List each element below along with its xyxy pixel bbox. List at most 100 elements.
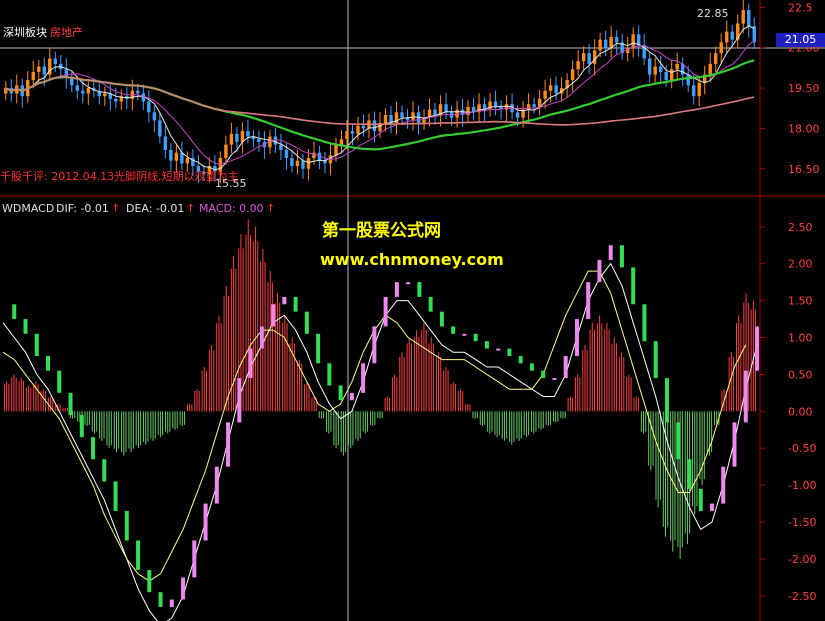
macd-tick-label: -2.50 [788, 590, 816, 603]
signal-block [203, 503, 208, 541]
signal-block [214, 466, 219, 504]
candle-body [345, 131, 349, 140]
signal-block [349, 392, 354, 401]
stock-chart-window: 22.5 21.00 19.50 18.00 16.50 2.50 2.00 1.50 1.00… [0, 0, 825, 621]
candle-body [554, 85, 558, 94]
signal-block [169, 599, 174, 607]
macd-arrow-icon: ↑ [266, 202, 276, 215]
signal-block [271, 304, 276, 327]
signal-block [687, 459, 692, 489]
candle-body [169, 149, 173, 161]
candle-body [647, 58, 652, 75]
signal-block [304, 311, 309, 334]
candle-body [444, 104, 448, 113]
signal-block [732, 422, 737, 467]
candle-body [147, 101, 151, 113]
signal-block [23, 319, 28, 334]
signal-block [417, 282, 422, 297]
signal-block [484, 341, 489, 349]
dif-arrow-icon: ↑ [111, 202, 121, 215]
candle-body [653, 66, 657, 75]
candle-body [697, 82, 701, 97]
candle-body [587, 53, 591, 64]
signal-block [586, 282, 591, 320]
candle-body [747, 10, 751, 27]
candle-body [598, 39, 602, 51]
signal-block [574, 319, 579, 356]
candle-body [334, 144, 338, 156]
candle-body [361, 125, 366, 129]
watermark-url: www.chnmoney.com [320, 250, 504, 269]
signal-block [631, 267, 636, 305]
candle-body [31, 71, 35, 81]
candle-body [152, 112, 157, 121]
signal-block [473, 333, 478, 342]
comment-label: 千股千评: 2012.04.13光脚阴线,短期以观望为主 [0, 170, 239, 183]
signal-block [79, 415, 84, 438]
signal-block [226, 422, 231, 467]
signal-block [597, 259, 602, 283]
candle-body [301, 160, 305, 169]
dea-value: DEA: -0.01 [126, 202, 185, 215]
candle-body [669, 69, 674, 81]
macd-tick-label: -1.50 [788, 516, 816, 529]
price-tick-label: 19.50 [788, 82, 820, 95]
signal-block [338, 385, 343, 401]
candle-body [515, 112, 520, 118]
signal-block [428, 296, 433, 312]
candle-body [75, 85, 80, 91]
signal-block [709, 503, 714, 511]
candle-body [686, 74, 690, 86]
signal-block [113, 481, 118, 511]
signal-block [147, 570, 152, 593]
signal-block [507, 348, 512, 356]
signal-block [698, 488, 703, 511]
signal-block [327, 363, 332, 386]
candle-body [636, 34, 641, 46]
signal-block [755, 326, 759, 371]
ma-10-line [5, 40, 755, 165]
candle-body [730, 31, 734, 40]
candle-body [136, 90, 140, 94]
signal-block [158, 592, 163, 607]
macd-tick-label: -1.00 [788, 479, 816, 492]
candle-body [592, 50, 597, 64]
candle-body [37, 66, 41, 72]
price-tick-label: 22.5 [788, 1, 813, 14]
signal-block [541, 370, 546, 379]
candle-body [581, 53, 586, 62]
macd-tick-label: -0.50 [788, 442, 816, 455]
candle-body [295, 160, 300, 167]
candle-body [279, 144, 283, 150]
signal-block [619, 245, 624, 268]
signal-block [259, 326, 264, 349]
candle-body [312, 152, 316, 159]
candle-body [411, 112, 415, 121]
candle-body [526, 104, 531, 110]
signal-block [552, 378, 557, 381]
macd-tick-label: 0.50 [788, 368, 813, 381]
signal-block [529, 363, 534, 371]
signal-block [91, 437, 96, 460]
signal-block [192, 540, 197, 578]
candle-body [284, 149, 289, 159]
candle-body [372, 120, 377, 132]
candle-body [42, 66, 46, 75]
candle-body [741, 10, 745, 24]
signal-block [237, 378, 242, 423]
candle-body [400, 112, 404, 118]
candle-body [306, 158, 311, 169]
candle-body [350, 131, 355, 134]
macd-tick-label: 2.00 [788, 258, 813, 271]
candle-body [493, 101, 498, 107]
macd-value: MACD: 0.00 [199, 202, 264, 215]
price-tick-label: 16.50 [788, 163, 820, 176]
signal-block [383, 296, 388, 327]
signal-block [676, 422, 681, 460]
candle-body [290, 158, 294, 167]
signal-block [248, 348, 253, 379]
signal-block [642, 304, 647, 342]
candle-body [158, 120, 162, 137]
signal-block [136, 540, 141, 571]
macd-tick-label: 2.50 [788, 221, 813, 234]
